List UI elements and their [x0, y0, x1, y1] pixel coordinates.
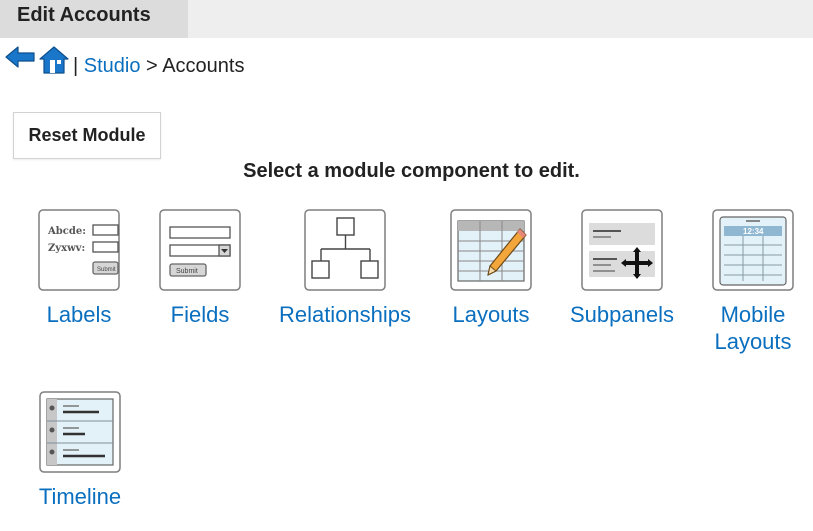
timeline-icon	[39, 391, 121, 473]
component-layouts[interactable]: Layouts	[421, 209, 561, 328]
breadcrumb-link-studio[interactable]: Studio	[84, 55, 141, 77]
labels-icon: Abcde: Zyxwv: Submit	[38, 209, 120, 291]
component-label: Timeline	[38, 484, 122, 509]
title-bar: Edit Accounts	[0, 0, 813, 38]
component-label: Subpanels	[570, 302, 674, 327]
breadcrumb-current: Accounts	[162, 55, 245, 77]
relationships-icon	[304, 209, 386, 291]
component-fields[interactable]: Submit Fields	[130, 209, 270, 328]
component-mobile-layouts[interactable]: 12:34 Mobile Layouts	[683, 209, 813, 355]
component-timeline[interactable]: Timeline	[10, 391, 150, 510]
back-arrow-icon[interactable]	[4, 45, 36, 73]
page-title: Edit Accounts	[17, 4, 151, 26]
component-label: Relationships	[278, 302, 412, 327]
component-subpanels[interactable]: Subpanels	[552, 209, 692, 328]
reset-module-button[interactable]: Reset Module	[13, 112, 161, 159]
component-labels[interactable]: Abcde: Zyxwv: Submit Labels	[9, 209, 149, 328]
instruction-text: Select a module component to edit.	[243, 160, 580, 182]
component-label: Fields	[170, 302, 230, 327]
home-icon[interactable]	[38, 45, 70, 75]
svg-text:Submit: Submit	[176, 268, 198, 275]
breadcrumb: | Studio > Accounts	[73, 55, 244, 78]
subpanels-icon	[581, 209, 663, 291]
svg-text:Abcde:: Abcde:	[47, 226, 86, 237]
fields-icon: Submit	[159, 209, 241, 291]
component-label: Labels	[46, 302, 112, 327]
layouts-icon	[450, 209, 532, 291]
mobile-layouts-icon: 12:34	[712, 209, 794, 291]
svg-text:Submit: Submit	[97, 267, 116, 273]
title-tab: Edit Accounts	[0, 0, 188, 38]
svg-text:Zyxwv:: Zyxwv:	[48, 243, 85, 254]
breadcrumb-separator: |	[73, 55, 79, 77]
component-label: Mobile Layouts	[714, 302, 792, 354]
svg-text:12:34: 12:34	[743, 227, 764, 236]
breadcrumb-arrow: >	[146, 55, 158, 77]
component-relationships[interactable]: Relationships	[275, 209, 415, 328]
component-label: Layouts	[452, 302, 530, 327]
